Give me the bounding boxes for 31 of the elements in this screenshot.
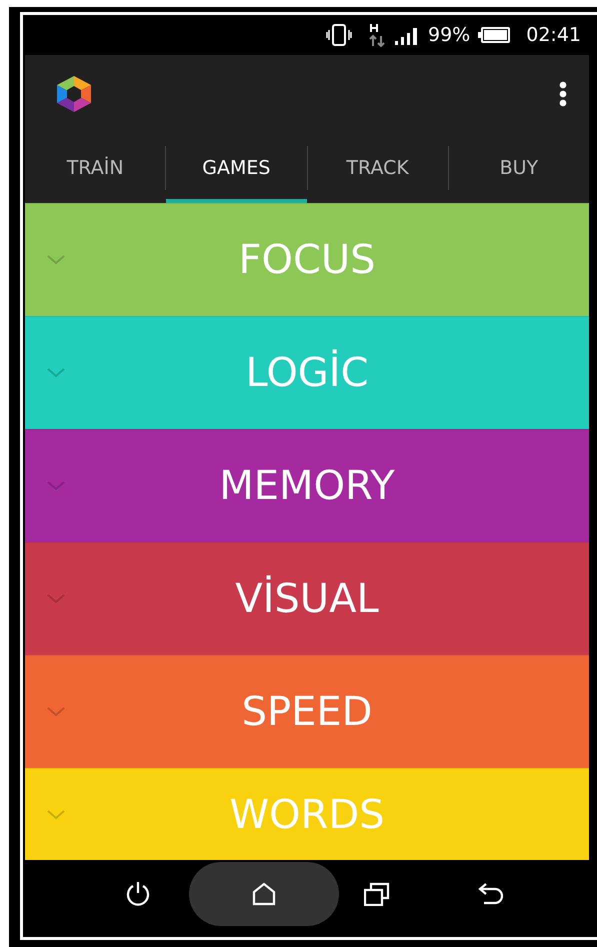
chevron-down-icon	[47, 368, 65, 378]
power-icon[interactable]	[125, 881, 151, 907]
home-icon	[252, 882, 276, 906]
chevron-down-icon	[47, 707, 65, 717]
signal-icon	[394, 25, 420, 45]
logo-icon	[57, 76, 91, 112]
category-row[interactable]: VİSUAL	[25, 542, 589, 655]
category-label: VİSUAL	[235, 574, 379, 624]
category-label: MEMORY	[219, 462, 395, 511]
category-label: LOGİC	[245, 348, 369, 398]
chevron-down-icon	[47, 255, 65, 265]
category-label: SPEED	[242, 688, 372, 737]
data-icon	[368, 23, 386, 47]
tab[interactable]: TRACK	[308, 133, 448, 203]
more-options-icon[interactable]	[559, 81, 567, 107]
category-row[interactable]: SPEED	[25, 655, 589, 768]
tab[interactable]: GAMES	[166, 133, 306, 203]
category-label: WORDS	[229, 790, 385, 840]
tab[interactable]: BUY	[448, 133, 589, 203]
tab[interactable]: TRAİN	[25, 133, 166, 203]
chevron-down-icon	[47, 594, 65, 604]
category-label: FOCUS	[238, 236, 376, 285]
vibrate-icon	[326, 24, 352, 46]
battery-icon	[478, 27, 510, 43]
back-icon[interactable]	[476, 882, 504, 906]
recent-apps-icon[interactable]	[364, 882, 390, 906]
clock-time: 02:41	[526, 22, 581, 48]
category-row[interactable]: MEMORY	[25, 429, 589, 542]
chevron-down-icon	[47, 810, 65, 820]
battery-percent: 99%	[428, 22, 470, 48]
chevron-down-icon	[47, 481, 65, 491]
